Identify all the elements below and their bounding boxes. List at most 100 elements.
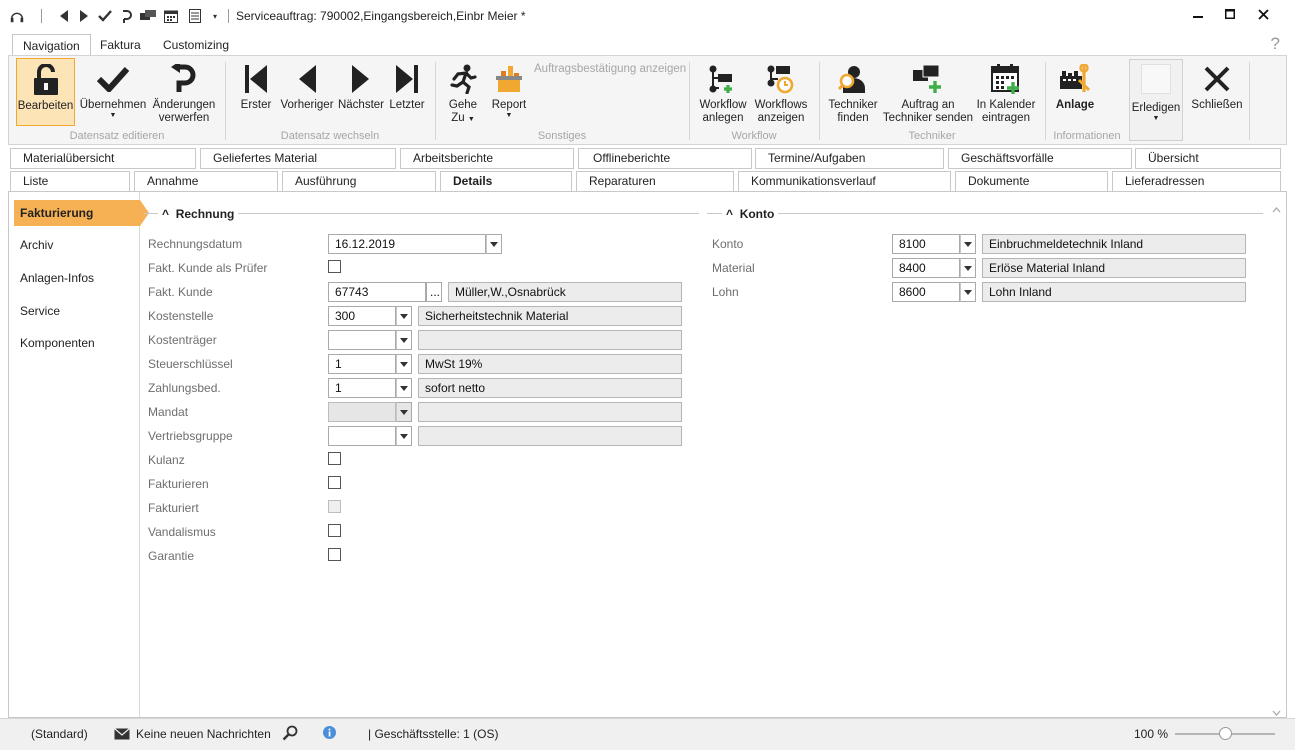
material-field[interactable]: 8400 [892,258,960,278]
group-label-datensatz-wechseln: Datensatz wechseln [280,130,380,142]
next-icon[interactable] [76,8,92,24]
kulanz-checkbox[interactable] [328,452,341,465]
tab-dokumente[interactable]: Dokumente [955,171,1108,192]
sidebar-item-archiv[interactable]: Archiv [14,232,140,258]
chat-icon[interactable] [140,8,156,24]
lohn-dropdown[interactable] [960,282,976,302]
chevron-down-icon: ▼ [1152,115,1160,122]
zahlungsbed-dropdown[interactable] [396,378,412,398]
tab-termine-aufgaben[interactable]: Termine/Aufgaben [755,148,944,169]
fakt-kunde-field[interactable]: 67743 [328,282,426,302]
tab-navigation[interactable]: Navigation [12,34,91,57]
tab-annahme[interactable]: Annahme [134,171,278,192]
next-record-icon [344,62,378,96]
kostenstelle-dropdown[interactable] [396,306,412,326]
report-chart-icon [492,62,526,96]
gehe-zu-button[interactable]: Gehe Zu ▼ [445,58,481,125]
aenderungen-verwerfen-button[interactable]: Änderungen verwerfen [149,58,219,125]
erledigen-button[interactable]: Erledigen ▼ [1129,59,1183,141]
auftragsbestaetigung-anzeigen-button[interactable]: Auftragsbestätigung anzeigen [534,63,686,75]
vorheriger-button[interactable]: Vorheriger [279,58,335,112]
sidebar-item-komponenten[interactable]: Komponenten [14,330,140,356]
sidebar-item-anlagen-infos[interactable]: Anlagen-Infos [14,265,140,291]
konto-field[interactable]: 8100 [892,234,960,254]
steuerschluessel-field[interactable]: 1 [328,354,396,374]
tab-geliefertes-material[interactable]: Geliefertes Material [200,148,396,169]
anlage-button[interactable]: Anlage [1053,58,1097,112]
vertriebsgruppe-dropdown[interactable] [396,426,412,446]
tab-offlineberichte[interactable]: Offlineberichte [578,148,752,169]
letzter-button[interactable]: Letzter [387,58,427,112]
sidebar-item-service[interactable]: Service [14,298,140,324]
lohn-field[interactable]: 8600 [892,282,960,302]
report-button[interactable]: Report ▼ [489,58,529,120]
rechnungsdatum-dropdown[interactable] [486,234,502,254]
workflows-anzeigen-button[interactable]: Workflows anzeigen [752,58,810,125]
scroll-up-icon[interactable] [1272,202,1281,216]
document-icon[interactable] [187,8,203,24]
rechnung-section-header[interactable]: ^ Rechnung [158,207,239,221]
qat-separator [41,9,42,23]
zoom-slider-thumb[interactable] [1219,727,1232,740]
tab-customizing[interactable]: Customizing [153,34,239,56]
tab-uebersicht[interactable]: Übersicht [1135,148,1281,169]
zahlungsbed-field[interactable]: 1 [328,378,396,398]
tab-materialuebersicht[interactable]: Materialübersicht [10,148,196,169]
tab-ausfuehrung[interactable]: Ausführung [282,171,436,192]
vertical-scrollbar[interactable] [1269,200,1284,716]
auftrag-an-techniker-senden-button[interactable]: Auftrag an Techniker senden [882,58,974,125]
material-dropdown[interactable] [960,258,976,278]
tab-geschaeftsvorfaelle[interactable]: Geschäftsvorfälle [948,148,1132,169]
zahlungsbed-label: Zahlungsbed. [148,381,221,395]
previous-icon[interactable] [56,8,72,24]
techniker-finden-button[interactable]: Techniker finden [827,58,879,125]
tab-lieferadressen[interactable]: Lieferadressen [1112,171,1281,192]
fakt-kunde-pruefer-checkbox[interactable] [328,260,341,273]
maximize-icon[interactable] [1215,4,1245,24]
in-kalender-eintragen-button[interactable]: In Kalender eintragen [975,58,1037,125]
check-icon[interactable] [97,8,113,24]
schliessen-button[interactable]: Schließen [1189,58,1245,112]
kostentraeger-field[interactable] [328,330,396,350]
material-text: Erlöse Material Inland [982,258,1246,278]
tab-arbeitsberichte[interactable]: Arbeitsberichte [400,148,574,169]
qat-dropdown-icon[interactable]: ▾ [207,8,223,24]
tab-details[interactable]: Details [440,171,572,193]
naechster-button[interactable]: Nächster [337,58,385,112]
status-profile[interactable]: (Standard) [31,727,88,741]
tab-reparaturen[interactable]: Reparaturen [576,171,734,192]
first-record-icon [239,62,273,96]
steuerschluessel-text: MwSt 19% [418,354,682,374]
close-window-icon[interactable] [1248,4,1278,24]
scroll-down-icon[interactable] [1272,705,1281,719]
status-messages[interactable]: Keine neuen Nachrichten [136,727,271,741]
garantie-checkbox[interactable] [328,548,341,561]
erster-button[interactable]: Erster [236,58,276,112]
fakt-kunde-lookup-button[interactable]: ... [426,282,442,302]
sidebar-item-fakturierung[interactable]: Fakturierung [14,200,149,226]
tab-liste[interactable]: Liste [10,171,130,192]
konto-dropdown[interactable] [960,234,976,254]
minimize-icon[interactable] [1183,4,1213,24]
workflow-anlegen-button[interactable]: Workflow anlegen [697,58,749,125]
uebernehmen-button[interactable]: Übernehmen ▼ [78,58,148,120]
steuerschluessel-dropdown[interactable] [396,354,412,374]
calendar-icon[interactable] [163,8,179,24]
bearbeiten-button[interactable]: Bearbeiten [16,58,75,126]
help-icon[interactable]: ? [1271,34,1280,54]
kostenstelle-field[interactable]: 300 [328,306,396,326]
info-icon[interactable] [323,726,336,742]
vertriebsgruppe-field[interactable] [328,426,396,446]
garantie-label: Garantie [148,549,195,563]
tab-faktura[interactable]: Faktura [90,34,151,56]
vandalismus-checkbox[interactable] [328,524,341,537]
steuerschluessel-label: Steuerschlüssel [148,357,233,371]
tab-kommunikationsverlauf[interactable]: Kommunikationsverlauf [738,171,951,192]
undo-icon[interactable] [118,8,134,24]
rechnungsdatum-field[interactable]: 16.12.2019 [328,234,486,254]
app-icon[interactable] [9,8,25,24]
konto-section-header[interactable]: ^ Konto [722,207,779,221]
kostentraeger-dropdown[interactable] [396,330,412,350]
search-icon[interactable] [282,725,298,744]
fakturieren-checkbox[interactable] [328,476,341,489]
